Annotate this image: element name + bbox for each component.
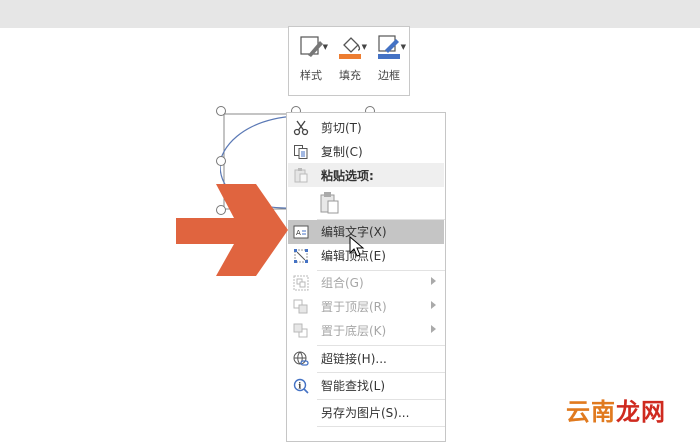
group-icon	[293, 275, 309, 291]
menu-item-edit-points[interactable]: 编辑顶点(E)	[288, 244, 444, 268]
menu-item-label: 组合(G)	[321, 276, 364, 290]
svg-text:i: i	[298, 381, 301, 391]
border-button[interactable]: ▼ 边框	[371, 33, 407, 89]
resize-handle-w[interactable]	[216, 156, 226, 166]
menu-separator	[317, 345, 445, 346]
watermark-logo: 云南龙网	[566, 392, 666, 427]
menu-item-copy[interactable]: 复制(C)	[288, 140, 444, 164]
menu-item-save-as-picture[interactable]: 另存为图片(S)...	[288, 401, 444, 425]
bring-to-front-icon	[293, 299, 308, 314]
paste-options-label: 粘贴选项:	[321, 169, 374, 183]
context-menu: 剪切(T) 复制(C) 粘贴选项: A 编辑文字(X) 编辑顶点(E) 组合(G…	[286, 112, 446, 442]
menu-item-label: 复制(C)	[321, 145, 363, 159]
svg-text:A: A	[296, 229, 301, 237]
shape-style-icon	[300, 36, 323, 57]
resize-handle-nw[interactable]	[216, 106, 226, 116]
menu-separator	[317, 426, 445, 427]
menu-item-bring-to-front[interactable]: 置于顶层(R)	[288, 295, 444, 319]
menu-separator	[317, 399, 445, 400]
paint-bucket-icon	[339, 37, 361, 59]
submenu-arrow-icon	[431, 325, 436, 333]
mouse-cursor-icon	[349, 236, 365, 257]
menu-item-send-to-back[interactable]: 置于底层(K)	[288, 319, 444, 343]
smart-lookup-icon: i	[293, 378, 309, 394]
send-to-back-icon	[293, 323, 308, 338]
menu-item-group[interactable]: 组合(G)	[288, 271, 444, 295]
menu-separator	[317, 372, 445, 373]
watermark-part2: 龙网	[616, 398, 666, 426]
menu-item-label: 剪切(T)	[321, 121, 362, 135]
menu-item-hyperlink[interactable]: 超链接(H)...	[288, 347, 444, 371]
outline-pen-icon	[378, 35, 400, 59]
menu-item-smart-lookup[interactable]: i 智能查找(L)	[288, 374, 444, 398]
chevron-down-icon: ▼	[322, 43, 328, 51]
edit-points-icon	[294, 249, 308, 263]
menu-item-edit-text[interactable]: A 编辑文字(X)	[288, 220, 444, 244]
menu-item-label: 智能查找(L)	[321, 379, 386, 393]
chevron-down-icon: ▼	[400, 43, 406, 51]
scissors-icon	[293, 120, 309, 136]
submenu-arrow-icon	[431, 277, 436, 285]
style-label: 样式	[300, 69, 322, 82]
paste-keep-source-button[interactable]	[315, 189, 345, 217]
menu-item-label: 超链接(H)...	[321, 352, 387, 366]
clipboard-paste-icon	[320, 192, 339, 214]
mini-toolbar: ▼ 样式 ▼ 填充 ▼ 边框	[288, 26, 410, 96]
menu-item-label: 置于顶层(R)	[321, 300, 387, 314]
border-label: 边框	[378, 69, 400, 82]
pointer-arrow-icon	[176, 184, 288, 276]
fill-button[interactable]: ▼ 填充	[332, 33, 368, 89]
menu-item-cut[interactable]: 剪切(T)	[288, 116, 444, 140]
paste-options-header: 粘贴选项:	[288, 163, 444, 187]
hyperlink-globe-icon	[293, 351, 309, 366]
fill-label: 填充	[339, 69, 361, 82]
chevron-down-icon: ▼	[361, 43, 367, 51]
ribbon-area	[0, 0, 700, 28]
menu-item-label: 置于底层(K)	[321, 324, 387, 338]
style-button[interactable]: ▼ 样式	[293, 33, 329, 89]
menu-item-label: 另存为图片(S)...	[321, 406, 410, 420]
paste-icon	[294, 168, 308, 183]
watermark-part1: 云南	[566, 398, 616, 426]
copy-icon	[294, 145, 308, 159]
submenu-arrow-icon	[431, 301, 436, 309]
edit-text-icon: A	[293, 225, 309, 239]
